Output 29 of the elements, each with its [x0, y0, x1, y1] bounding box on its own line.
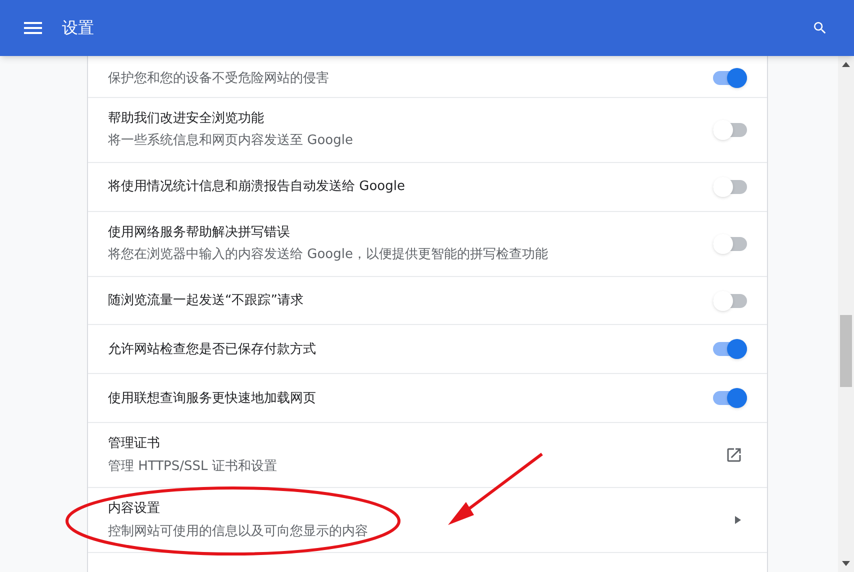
- setting-title: 帮助我们改进安全浏览功能: [108, 110, 265, 128]
- scrollbar-thumb[interactable]: [840, 315, 852, 387]
- toggle-switch[interactable]: [713, 290, 747, 311]
- setting-title: 将使用情况统计信息和崩溃报告自动发送给 Google: [108, 178, 405, 196]
- caret-right-icon[interactable]: [735, 516, 741, 524]
- scrollbar[interactable]: [838, 56, 854, 572]
- external-link-icon[interactable]: [725, 446, 743, 464]
- toggle-switch[interactable]: [713, 68, 747, 88]
- toggle-switch[interactable]: [713, 234, 747, 254]
- setting-title: 内容设置: [108, 500, 161, 518]
- setting-title: 使用联想查询服务更快速地加载网页: [108, 390, 316, 408]
- scroll-up-icon[interactable]: [842, 62, 850, 67]
- setting-title: 使用网络服务帮助解决拼写错误: [108, 224, 291, 242]
- setting-title: 允许网站检查您是否已保存付款方式: [108, 340, 316, 359]
- page-title: 设置: [62, 17, 94, 39]
- setting-title: 随浏览流量一起发送“不跟踪”请求: [108, 292, 304, 310]
- setting-description: 管理 HTTPS/SSL 证书和设置: [108, 458, 277, 476]
- menu-icon[interactable]: [24, 22, 42, 34]
- toggle-switch[interactable]: [713, 339, 747, 360]
- toggle-switch[interactable]: [713, 120, 747, 140]
- search-icon[interactable]: [812, 20, 828, 36]
- toggle-switch[interactable]: [713, 176, 747, 197]
- setting-title: 管理证书: [108, 435, 161, 454]
- setting-description: 保护您和您的设备不受危险网站的侵害: [108, 70, 329, 88]
- setting-description: 将一些系统信息和网页内容发送至 Google: [108, 132, 353, 150]
- scroll-down-icon[interactable]: [842, 561, 850, 566]
- toggle-switch[interactable]: [713, 388, 747, 408]
- setting-description: 将您在浏览器中输入的内容发送给 Google，以便提供更智能的拼写检查功能: [108, 246, 548, 264]
- setting-description: 控制网站可使用的信息以及可向您显示的内容: [108, 522, 368, 541]
